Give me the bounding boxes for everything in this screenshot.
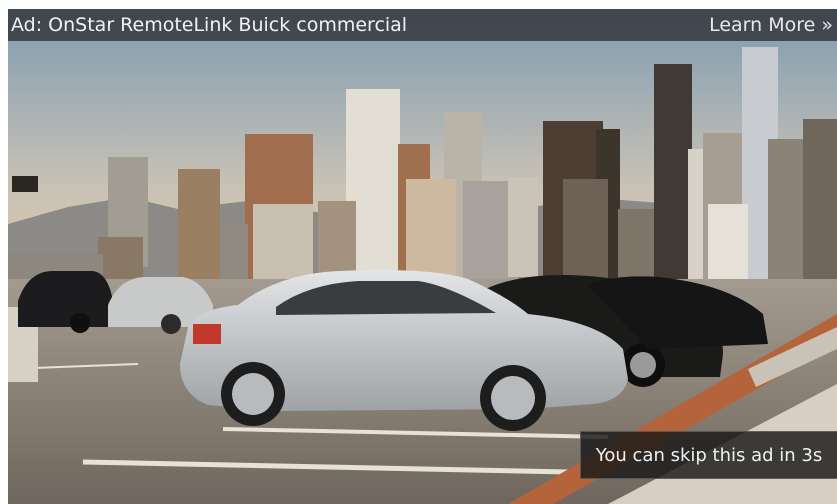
ad-info-bar: Ad: OnStar RemoteLink Buick commercial L… [8, 9, 837, 41]
learn-more-link[interactable]: Learn More » [709, 14, 837, 36]
skip-countdown-text: You can skip this ad in 3s [595, 444, 823, 466]
lamp [12, 176, 38, 192]
ad-title: Ad: OnStar RemoteLink Buick commercial [11, 14, 408, 36]
skip-ad-countdown: You can skip this ad in 3s [580, 431, 837, 479]
video-player[interactable]: Ad: OnStar RemoteLink Buick commercial L… [8, 9, 837, 504]
video-frame [8, 9, 837, 504]
